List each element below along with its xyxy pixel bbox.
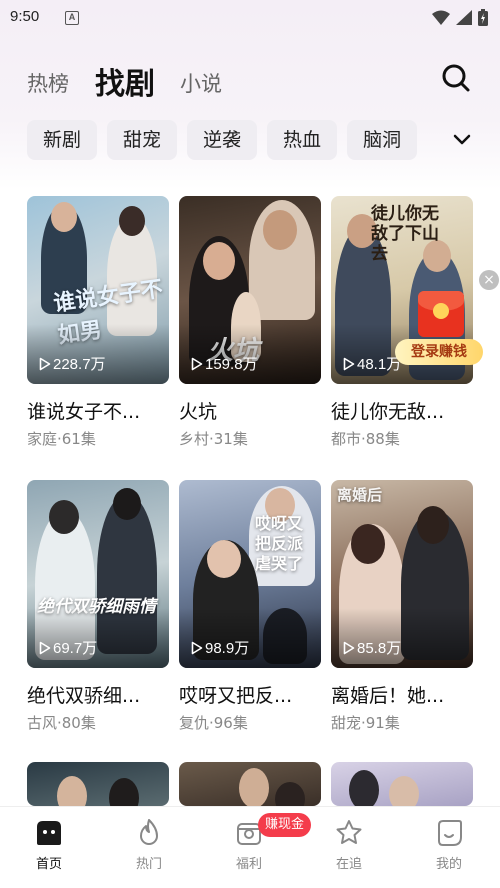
wifi-icon	[432, 10, 450, 25]
status-time: 9:50	[10, 8, 40, 25]
drama-meta: 古风·80集	[27, 714, 96, 732]
tab-novel[interactable]: 小说	[180, 68, 222, 98]
drama-poster[interactable]: 绝代双骄细雨情 69.7万	[27, 480, 169, 668]
drama-title[interactable]: 绝代双骄细...	[27, 681, 140, 708]
drama-title[interactable]: 谁说女子不...	[27, 397, 140, 424]
drama-poster[interactable]	[331, 762, 473, 806]
nav-label: 热门	[135, 857, 162, 872]
home-icon	[37, 821, 61, 845]
drama-meta: 乡村·31集	[179, 430, 248, 448]
drama-meta: 都市·88集	[331, 430, 400, 448]
battery-icon	[478, 9, 488, 26]
drama-title[interactable]: 火坑	[179, 397, 217, 424]
nav-hot[interactable]: 热门	[114, 817, 184, 872]
play-icon	[191, 357, 203, 370]
red-envelope-icon	[418, 291, 464, 337]
nav-label: 福利	[235, 857, 262, 872]
drama-title[interactable]: 离婚后！她...	[331, 681, 444, 708]
login-earn-label[interactable]: 登录赚钱	[395, 339, 483, 365]
drama-title[interactable]: 徒儿你无敌...	[331, 397, 444, 424]
top-tabs: 热榜 找剧 小说	[0, 56, 500, 106]
tab-find-drama[interactable]: 找剧	[95, 59, 155, 103]
play-icon	[343, 357, 355, 370]
nav-home[interactable]: 首页	[14, 817, 84, 872]
profile-icon	[438, 820, 462, 846]
genre-chip-brain[interactable]: 脑洞	[347, 120, 418, 160]
status-indicators	[432, 9, 488, 26]
genre-chip-row: 新剧 甜宠 逆袭 热血 脑洞	[27, 120, 427, 160]
play-icon	[39, 641, 51, 654]
view-count: 159.8万	[191, 353, 258, 374]
drama-poster[interactable]: 哎呀又把反派虐哭了 98.9万	[179, 480, 321, 668]
view-count: 228.7万	[39, 353, 106, 374]
nav-label: 在追	[335, 857, 362, 872]
star-icon	[336, 820, 362, 844]
login-reward-floating-ad[interactable]: × 登录赚钱	[395, 270, 499, 367]
view-count: 48.1万	[343, 353, 401, 374]
drama-poster[interactable]: 火坑 159.8万	[179, 196, 321, 384]
drama-poster[interactable]: 谁说女子不如男 228.7万	[27, 196, 169, 384]
genre-chip-hot-blood[interactable]: 热血	[267, 120, 338, 160]
tab-hot-list[interactable]: 热榜	[27, 68, 69, 98]
nav-label: 首页	[35, 857, 62, 872]
chevron-down-icon[interactable]	[450, 128, 474, 152]
drama-poster[interactable]	[179, 762, 321, 806]
genre-chip-comeback[interactable]: 逆袭	[187, 120, 258, 160]
poster-title-art: 离婚后	[337, 486, 383, 504]
earn-cash-badge[interactable]: 赚现金	[258, 813, 312, 837]
genre-chip-sweet[interactable]: 甜宠	[107, 120, 178, 160]
view-count-text: 98.9万	[205, 640, 250, 657]
view-count-text: 228.7万	[53, 356, 106, 373]
nav-label: 我的	[435, 857, 462, 872]
flame-icon	[140, 819, 158, 845]
nav-profile[interactable]: 我的	[414, 817, 484, 872]
notification-app-icon: A	[65, 11, 79, 25]
play-icon	[191, 641, 203, 654]
bottom-navigation: 首页 热门 福利 在追 我的	[0, 806, 500, 888]
nav-following[interactable]: 在追	[314, 817, 384, 872]
drama-meta: 复仇·96集	[179, 714, 248, 732]
drama-poster[interactable]: 离婚后 85.8万	[331, 480, 473, 668]
status-bar: 9:50 A	[0, 0, 500, 34]
search-icon[interactable]	[440, 62, 472, 94]
signal-icon	[456, 10, 472, 25]
close-icon[interactable]: ×	[479, 270, 499, 290]
drama-poster[interactable]	[27, 762, 169, 806]
drama-meta: 家庭·61集	[27, 430, 96, 448]
genre-chip-new[interactable]: 新剧	[27, 120, 98, 160]
view-count: 85.8万	[343, 637, 401, 658]
drama-meta: 甜宠·91集	[331, 714, 400, 732]
play-icon	[343, 641, 355, 654]
poster-title-art: 徒儿你无敌了下山去	[371, 204, 439, 264]
view-count: 98.9万	[191, 637, 249, 658]
drama-title[interactable]: 哎呀又把反...	[179, 681, 292, 708]
view-count-text: 69.7万	[53, 640, 98, 657]
view-count: 69.7万	[39, 637, 97, 658]
view-count-text: 159.8万	[205, 356, 258, 373]
play-icon	[39, 357, 51, 370]
view-count-text: 85.8万	[357, 640, 402, 657]
poster-title-art: 哎呀又把反派虐哭了	[255, 514, 304, 573]
